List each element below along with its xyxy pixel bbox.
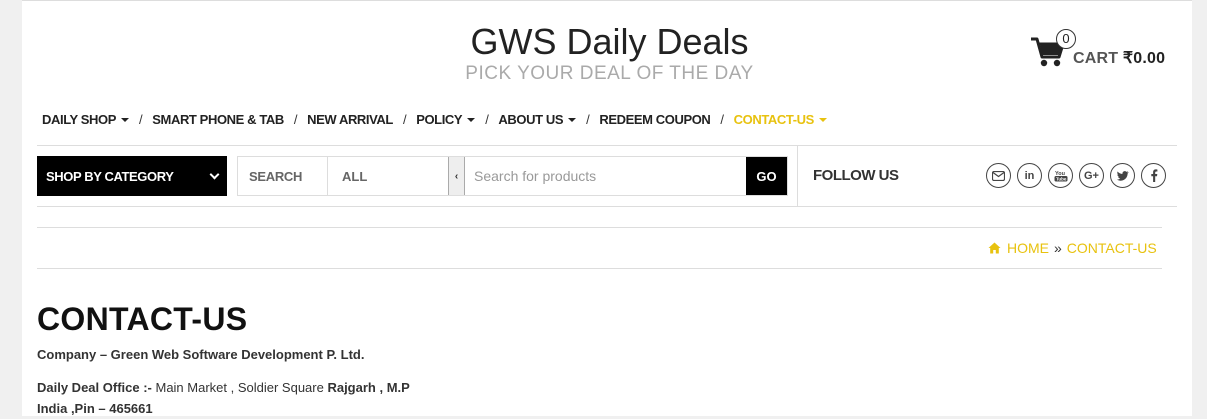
google-plus-icon[interactable]: G+ xyxy=(1079,163,1104,188)
linkedin-icon[interactable]: in xyxy=(1017,163,1042,188)
search-bar: SEARCH ALL ‹ GO xyxy=(237,156,788,196)
office-label: Daily Deal Office :- xyxy=(37,380,152,395)
follow-us-label: FOLLOW US xyxy=(813,167,899,184)
cart-count-badge: 0 xyxy=(1056,29,1076,49)
nav-item-contact-us[interactable]: CONTACT-US xyxy=(734,112,827,127)
site-title[interactable]: GWS Daily Deals xyxy=(22,21,1197,63)
nav-separator: / xyxy=(720,112,724,127)
cart-label: CART xyxy=(1073,50,1119,67)
divider xyxy=(37,268,1162,269)
nav-label: CONTACT-US xyxy=(733,112,815,127)
email-icon[interactable] xyxy=(986,163,1011,188)
nav-item-about-us[interactable]: ABOUT US xyxy=(498,112,577,127)
category-select-value: ALL xyxy=(342,168,368,184)
nav-label: ABOUT US xyxy=(498,112,564,127)
facebook-icon[interactable] xyxy=(1141,163,1166,188)
category-select[interactable]: ALL ‹ xyxy=(328,157,465,195)
office-city: Rajgarh , M.P xyxy=(327,380,410,395)
svg-text:Tube: Tube xyxy=(1056,176,1067,181)
caret-down-icon xyxy=(467,117,476,122)
search-label: SEARCH xyxy=(238,157,328,195)
search-input[interactable] xyxy=(465,157,746,195)
nav-separator: / xyxy=(402,112,407,127)
shop-by-category-button[interactable]: SHOP BY CATEGORY xyxy=(37,156,227,196)
office-text: Main Market , Soldier Square xyxy=(151,380,328,395)
nav-label: POLICY xyxy=(416,112,463,127)
breadcrumb-separator: » xyxy=(1054,240,1062,256)
twitter-icon[interactable] xyxy=(1110,163,1135,188)
chevron-down-icon xyxy=(209,169,220,180)
page-container: GWS Daily Deals PICK YOUR DEAL OF THE DA… xyxy=(22,0,1192,416)
page-title: CONTACT-US xyxy=(37,301,248,337)
nav-separator: / xyxy=(485,112,489,127)
nav-separator: / xyxy=(293,112,298,127)
nav-item-smart-phone-tab[interactable]: SMART PHONE & TAB xyxy=(152,112,284,127)
divider xyxy=(37,145,1177,146)
nav-item-policy[interactable]: POLICY xyxy=(416,112,476,127)
office-address: Daily Deal Office :- Main Market , Soldi… xyxy=(37,377,497,419)
office-pin: India ,Pin – 465661 xyxy=(37,401,153,416)
nav-label: NEW ARRIVAL xyxy=(307,112,393,127)
nav-item-daily-shop[interactable]: DAILY SHOP xyxy=(42,112,130,127)
home-icon xyxy=(988,242,1001,254)
nav-label: SMART PHONE & TAB xyxy=(152,112,284,127)
caret-down-icon xyxy=(818,117,827,122)
go-button[interactable]: GO xyxy=(746,157,787,195)
social-links: in You Tube G+ xyxy=(986,163,1166,188)
cart-summary[interactable]: CART ₹0.00 xyxy=(1073,48,1165,68)
nav-item-new-arrival[interactable]: NEW ARRIVAL xyxy=(307,112,393,127)
site-tagline: PICK YOUR DEAL OF THE DAY xyxy=(465,63,754,84)
company-line: Company – Green Web Software Development… xyxy=(37,347,365,362)
divider xyxy=(37,227,1162,228)
cart-amount: ₹0.00 xyxy=(1122,50,1166,67)
breadcrumb-current: CONTACT-US xyxy=(1066,240,1157,256)
caret-down-icon xyxy=(568,117,577,122)
nav-separator: / xyxy=(139,112,143,127)
nav-item-redeem-coupon[interactable]: REDEEM COUPON xyxy=(599,112,710,127)
main-nav: DAILY SHOP / SMART PHONE & TAB / NEW ARR… xyxy=(42,112,827,127)
youtube-icon[interactable]: You Tube xyxy=(1048,163,1073,188)
chevron-down-icon[interactable]: ‹ xyxy=(448,157,465,195)
caret-down-icon xyxy=(121,117,130,122)
divider-vertical xyxy=(797,146,798,206)
nav-label: DAILY SHOP xyxy=(42,112,117,127)
breadcrumb-home-link[interactable]: HOME xyxy=(1007,240,1049,256)
breadcrumb: HOME » CONTACT-US xyxy=(988,240,1157,256)
category-button-label: SHOP BY CATEGORY xyxy=(46,168,174,184)
nav-separator: / xyxy=(586,112,590,127)
nav-label: REDEEM COUPON xyxy=(599,112,711,127)
divider xyxy=(37,206,1177,207)
